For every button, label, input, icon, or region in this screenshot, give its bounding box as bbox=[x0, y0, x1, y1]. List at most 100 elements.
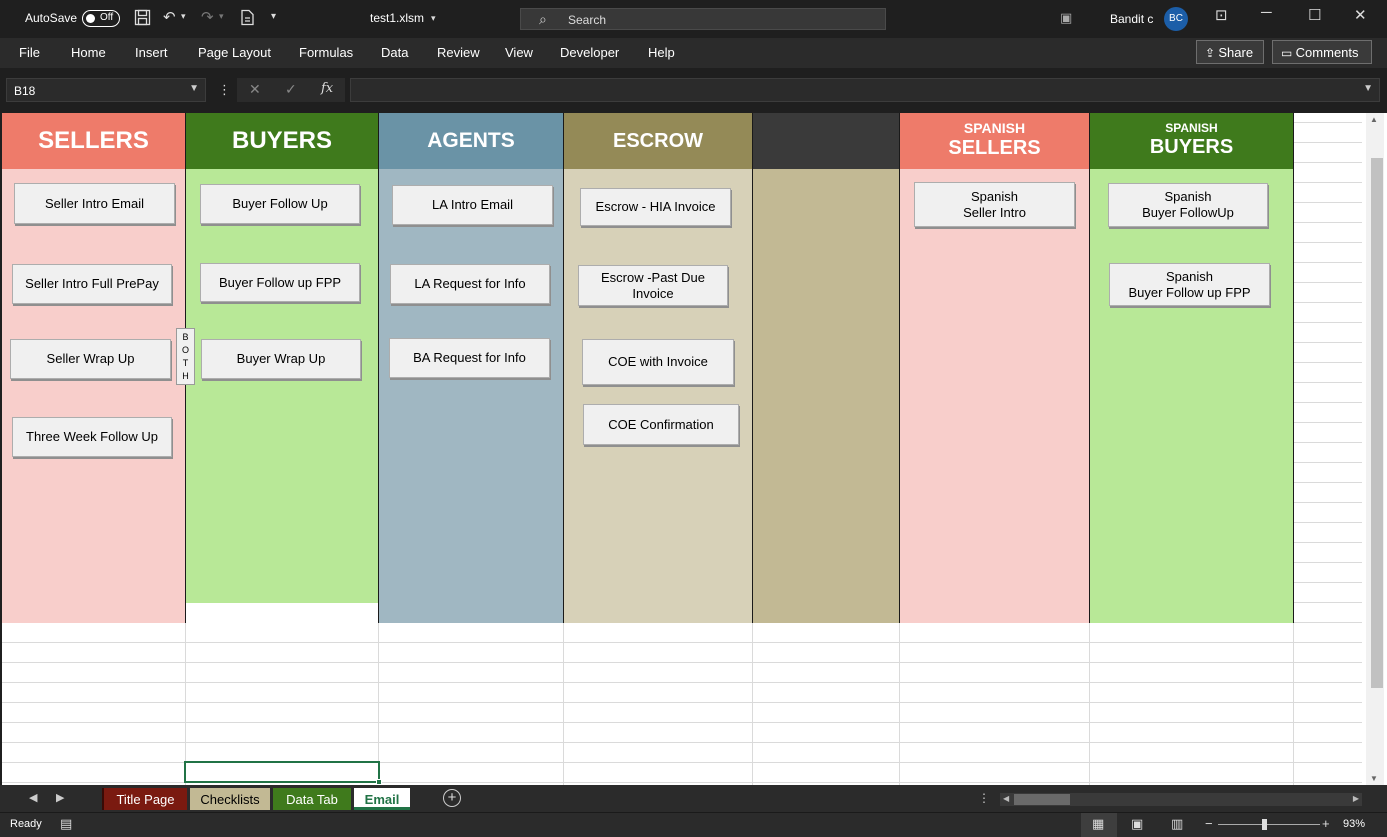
buyer-follow-up-fpp-button[interactable]: Buyer Follow up FPP bbox=[200, 263, 360, 302]
spanish-sellers-header: SPANISH SELLERS bbox=[900, 113, 1089, 169]
file-name[interactable]: test1.xlsm bbox=[370, 11, 424, 25]
tab-review[interactable]: Review bbox=[437, 45, 480, 60]
search-box[interactable]: ⌕ Search bbox=[520, 8, 886, 30]
spanish-seller-intro-button[interactable]: Spanish Seller Intro bbox=[914, 182, 1075, 227]
both-button[interactable]: B O T H bbox=[176, 328, 195, 385]
scroll-right-icon[interactable]: ▶ bbox=[1353, 794, 1359, 803]
coe-with-invoice-button[interactable]: COE with Invoice bbox=[582, 339, 734, 385]
sheet-tab-data-tab[interactable]: Data Tab bbox=[273, 788, 351, 810]
vertical-scrollbar[interactable]: ▲ ▼ bbox=[1362, 113, 1387, 785]
formula-buttons: ✕ ✓ fx bbox=[237, 78, 345, 102]
save-icon[interactable] bbox=[134, 9, 151, 30]
user-name[interactable]: Bandit c bbox=[1110, 12, 1153, 26]
both-label: B O T H bbox=[181, 332, 189, 381]
la-request-for-info-button[interactable]: LA Request for Info bbox=[390, 264, 550, 304]
comments-label: Comments bbox=[1295, 45, 1359, 60]
minimize-icon[interactable]: ─ bbox=[1261, 4, 1272, 21]
redo-icon[interactable]: ↷ bbox=[201, 8, 214, 26]
tab-data[interactable]: Data bbox=[381, 45, 408, 60]
sheet-tab-email[interactable]: Email bbox=[354, 788, 410, 810]
spanish-buyer-followup-button[interactable]: Spanish Buyer FollowUp bbox=[1108, 183, 1268, 227]
tab-formulas[interactable]: Formulas bbox=[299, 45, 353, 60]
spanish-buyer-followup-line2: Buyer FollowUp bbox=[1142, 205, 1234, 220]
tab-help[interactable]: Help bbox=[648, 45, 675, 60]
maximize-icon[interactable]: ☐ bbox=[1308, 6, 1321, 24]
undo-icon[interactable]: ↶ bbox=[163, 8, 176, 26]
buyer-follow-up-button[interactable]: Buyer Follow Up bbox=[200, 184, 360, 224]
normal-view-icon[interactable]: ▦ bbox=[1092, 816, 1104, 832]
selected-cell[interactable] bbox=[184, 761, 382, 785]
more-options-icon[interactable]: ⋮ bbox=[218, 82, 231, 98]
document-icon[interactable] bbox=[240, 9, 255, 30]
escrow-past-due-line1: Escrow -Past Due bbox=[600, 269, 706, 285]
avatar[interactable]: BC bbox=[1164, 7, 1188, 31]
next-sheet-icon[interactable]: ▶ bbox=[56, 791, 64, 804]
page-break-view-icon[interactable]: ▥ bbox=[1171, 816, 1183, 832]
add-sheet-icon[interactable]: + bbox=[443, 789, 461, 807]
coe-confirmation-button[interactable]: COE Confirmation bbox=[583, 404, 739, 445]
spanish-seller-intro-line1: Spanish bbox=[971, 188, 1018, 204]
zoom-slider-track[interactable] bbox=[1218, 824, 1320, 825]
escrow-hia-invoice-button[interactable]: Escrow - HIA Invoice bbox=[580, 188, 731, 226]
worksheet[interactable]: SELLERS BUYERS AGENTS ESCROW SPANISH SEL… bbox=[2, 113, 1362, 785]
spanish-buyer-fpp-line1: Spanish bbox=[1166, 268, 1213, 284]
scroll-down-icon[interactable]: ▼ bbox=[1370, 774, 1378, 783]
spanish-buyer-follow-up-fpp-button[interactable]: Spanish Buyer Follow up FPP bbox=[1109, 263, 1270, 306]
tab-home[interactable]: Home bbox=[71, 45, 106, 60]
scroll-up-icon[interactable]: ▲ bbox=[1370, 115, 1378, 124]
chevron-down-icon[interactable]: ▼ bbox=[189, 83, 199, 94]
three-week-follow-up-button[interactable]: Three Week Follow Up bbox=[12, 417, 172, 457]
search-icon: ⌕ bbox=[539, 11, 547, 27]
ribbon-display-icon[interactable]: ⊡ bbox=[1215, 6, 1228, 24]
insert-function-icon[interactable]: fx bbox=[321, 81, 333, 96]
macro-record-icon[interactable]: ▤ bbox=[60, 816, 72, 832]
tab-developer[interactable]: Developer bbox=[560, 45, 619, 60]
scroll-track[interactable]: ▲ ▼ bbox=[1366, 113, 1384, 785]
scroll-left-icon[interactable]: ◀ bbox=[1003, 794, 1009, 803]
customize-toolbar-icon[interactable]: ▾ bbox=[271, 11, 276, 22]
escrow-past-due-line2: Invoice bbox=[632, 285, 674, 301]
formula-input[interactable]: ▼ bbox=[350, 78, 1380, 102]
spanish-buyer-fpp-line2: Buyer Follow up FPP bbox=[1128, 284, 1251, 300]
buyers-header: BUYERS bbox=[186, 113, 378, 169]
la-intro-email-button[interactable]: LA Intro Email bbox=[392, 185, 553, 225]
filename-chevron-icon[interactable]: ▾ bbox=[431, 13, 436, 24]
tab-insert[interactable]: Insert bbox=[135, 45, 168, 60]
agents-title: AGENTS bbox=[427, 129, 515, 152]
tab-view[interactable]: View bbox=[505, 45, 533, 60]
seller-wrap-up-button[interactable]: Seller Wrap Up bbox=[10, 339, 171, 379]
close-icon[interactable]: ✕ bbox=[1354, 6, 1367, 24]
seller-intro-full-prepay-button[interactable]: Seller Intro Full PrePay bbox=[12, 264, 172, 304]
tab-file[interactable]: File bbox=[19, 45, 40, 60]
zoom-out-icon[interactable]: − bbox=[1205, 816, 1213, 831]
h-scroll-thumb[interactable] bbox=[1014, 794, 1070, 805]
seller-intro-email-button[interactable]: Seller Intro Email bbox=[14, 183, 175, 224]
undo-dropdown-icon[interactable]: ▾ bbox=[181, 11, 186, 22]
name-box[interactable]: B18 ▼ bbox=[6, 78, 206, 102]
prev-sheet-icon[interactable]: ◀ bbox=[29, 791, 37, 804]
autosave-toggle[interactable]: Off bbox=[82, 10, 120, 27]
ba-request-for-info-button[interactable]: BA Request for Info bbox=[389, 338, 550, 378]
sheet-tab-title-page[interactable]: Title Page bbox=[102, 788, 187, 810]
more-tabs-icon[interactable]: ⋮ bbox=[978, 791, 990, 805]
share-button[interactable]: ⇪ Share bbox=[1196, 40, 1264, 64]
sheet-tab-checklists[interactable]: Checklists bbox=[190, 788, 270, 810]
cancel-icon[interactable]: ✕ bbox=[249, 81, 261, 98]
search-placeholder: Search bbox=[568, 13, 607, 27]
agents-header: AGENTS bbox=[379, 113, 563, 169]
page-layout-view-icon[interactable]: ▣ bbox=[1131, 816, 1143, 832]
buyer-wrap-up-button[interactable]: Buyer Wrap Up bbox=[201, 339, 361, 379]
scroll-thumb[interactable] bbox=[1371, 158, 1383, 688]
autosave-label: AutoSave bbox=[25, 11, 78, 25]
enter-icon[interactable]: ✓ bbox=[285, 81, 297, 98]
expand-formula-icon[interactable]: ▼ bbox=[1363, 83, 1373, 94]
zoom-slider-knob[interactable] bbox=[1262, 819, 1267, 830]
tab-page-layout[interactable]: Page Layout bbox=[198, 45, 271, 60]
zoom-in-icon[interactable]: + bbox=[1322, 816, 1330, 831]
zoom-level[interactable]: 93% bbox=[1343, 818, 1365, 830]
coauthor-icon[interactable]: ▣ bbox=[1060, 10, 1072, 26]
redo-dropdown-icon[interactable]: ▾ bbox=[219, 11, 224, 22]
comments-button[interactable]: ▭ Comments bbox=[1272, 40, 1372, 64]
escrow-past-due-invoice-button[interactable]: Escrow -Past Due Invoice bbox=[578, 265, 728, 306]
horizontal-scrollbar[interactable]: ◀ ▶ bbox=[1000, 793, 1362, 806]
